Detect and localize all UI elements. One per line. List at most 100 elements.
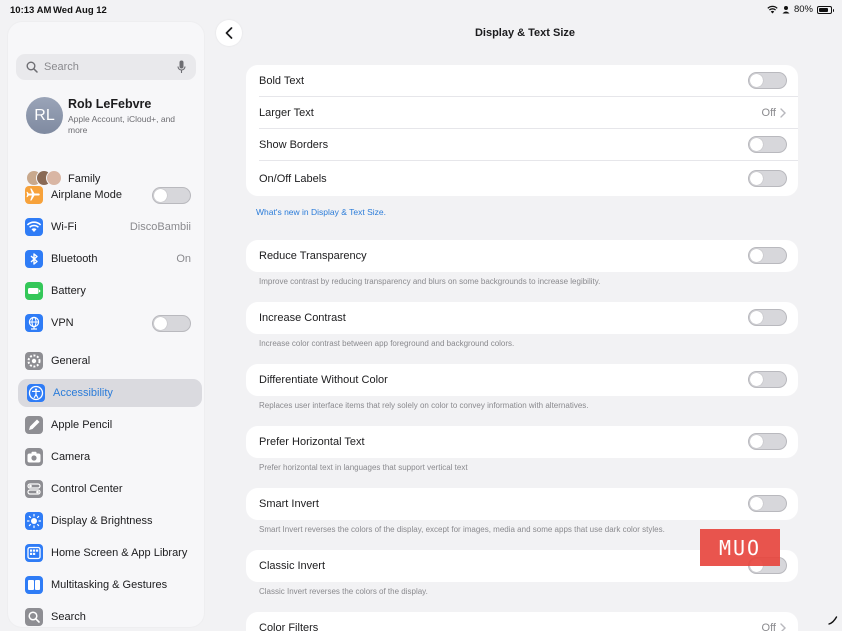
battery-icon [25, 282, 43, 300]
sidebar-item-control-center[interactable]: Control Center [16, 475, 193, 503]
setting-label: Bold Text [259, 75, 305, 87]
toggle-switch[interactable] [748, 136, 787, 153]
status-bar: 10:13 AM Wed Aug 12 80% [0, 0, 842, 20]
setting-description: Replaces user interface items that rely … [259, 401, 589, 410]
sidebar-item-display-brightness[interactable]: Display & Brightness [16, 507, 193, 535]
sidebar-item-label: Multitasking & Gestures [51, 579, 168, 591]
setting-group: Differentiate Without Color [246, 364, 798, 396]
whats-new-link[interactable]: What's new in Display & Text Size. [256, 207, 386, 217]
sidebar-item-label: Bluetooth [51, 253, 98, 265]
toggle-switch[interactable] [748, 371, 787, 388]
toggle-knob [750, 435, 763, 448]
search-input[interactable] [44, 61, 164, 73]
multitasking-icon [25, 576, 43, 594]
toggle-knob [154, 316, 167, 330]
setting-row-reduce-transparency[interactable]: Reduce Transparency [246, 240, 798, 272]
muo-watermark: MUO [700, 529, 780, 566]
setting-label: Color Filters [259, 622, 319, 631]
page-title: Display & Text Size [474, 27, 576, 39]
setting-description: Prefer horizontal text in languages that… [259, 463, 468, 472]
sidebar-item-wi-fi[interactable]: Wi-Fi DiscoBambii [16, 213, 193, 241]
toggle-switch[interactable] [152, 186, 191, 204]
setting-label: Show Borders [259, 139, 329, 151]
sidebar-item-general[interactable]: General [16, 347, 193, 375]
chevron-left-icon [225, 27, 233, 39]
back-button[interactable] [216, 20, 242, 46]
microphone-icon[interactable] [177, 60, 186, 74]
sidebar-item-label: General [51, 355, 91, 367]
sidebar-item-home-screen-app-library[interactable]: Home Screen & App Library [16, 539, 193, 567]
sidebar-item-label: Display & Brightness [51, 515, 153, 527]
status-right: 80% [767, 4, 834, 15]
sidebar-item-label: Wi-Fi [51, 221, 77, 233]
setting-description: Improve contrast by reducing transparenc… [259, 277, 601, 286]
setting-value: Off [761, 622, 776, 631]
sidebar-item-bluetooth[interactable]: Bluetooth On [16, 245, 193, 273]
toggle-knob [750, 497, 763, 510]
status-date: Wed Aug 12 [53, 5, 107, 16]
profile-subtitle: Apple Account, iCloud+, and more [68, 114, 176, 135]
sidebar-item-label: Home Screen & App Library [51, 547, 188, 559]
setting-description: Classic Invert reverses the colors of th… [259, 587, 428, 596]
scroll-indicator-icon [828, 616, 838, 625]
setting-group: Increase Contrast [246, 302, 798, 334]
toggle-switch[interactable] [748, 495, 787, 512]
brightness-icon [25, 512, 43, 530]
wifi-status-icon [767, 5, 778, 14]
sidebar-item-battery[interactable]: Battery [16, 277, 193, 305]
text-options-group: Bold Text Larger Text Off Show Borders On/Of… [246, 65, 798, 196]
sidebar-item-search[interactable]: Search [16, 603, 193, 627]
sidebar-search[interactable] [16, 54, 196, 80]
vpn-icon [25, 314, 43, 332]
sidebar-item-airplane-mode[interactable]: Airplane Mode [16, 181, 193, 209]
sidebar-item-label: Camera [51, 451, 91, 463]
setting-row-show-borders[interactable]: Show Borders [246, 129, 798, 161]
setting-label: On/Off Labels [259, 173, 327, 185]
wifi-icon [25, 218, 43, 236]
toggle-switch[interactable] [152, 314, 191, 332]
setting-label: Classic Invert [259, 560, 326, 572]
setting-group: Color Filters Off [246, 612, 798, 631]
setting-label: Prefer Horizontal Text [259, 436, 365, 448]
search-icon [25, 608, 43, 626]
setting-label: Smart Invert [259, 498, 319, 510]
sidebar-item-multitasking-gestures[interactable]: Multitasking & Gestures [16, 571, 193, 599]
profile-card[interactable]: RL Rob LeFebvre Apple Account, iCloud+, … [26, 97, 202, 141]
setting-row-color-filters[interactable]: Color Filters Off [246, 612, 798, 631]
toggle-switch[interactable] [748, 72, 787, 89]
sidebar-item-accessibility[interactable]: Accessibility [18, 379, 202, 407]
setting-label: Larger Text [259, 107, 314, 119]
toggle-switch[interactable] [748, 247, 787, 264]
setting-row-smart-invert[interactable]: Smart Invert [246, 488, 798, 520]
toggle-knob [750, 249, 763, 262]
toggle-switch[interactable] [748, 433, 787, 450]
sidebar-item-label: Airplane Mode [51, 189, 122, 201]
setting-row-on-off-labels[interactable]: On/Off Labels [246, 163, 798, 195]
toggle-knob [750, 311, 763, 324]
toggle-knob [750, 172, 763, 185]
profile-name: Rob LeFebvre [68, 97, 152, 111]
pencil-icon [25, 416, 43, 434]
setting-row-differentiate-without-color[interactable]: Differentiate Without Color [246, 364, 798, 396]
setting-row-increase-contrast[interactable]: Increase Contrast [246, 302, 798, 334]
home-screen-icon [25, 544, 43, 562]
sidebar-item-camera[interactable]: Camera [16, 443, 193, 471]
sidebar-item-label: Control Center [51, 483, 123, 495]
sidebar-item-value: On [176, 253, 191, 265]
battery-fill [819, 7, 828, 12]
sidebar-item-vpn[interactable]: VPN [16, 309, 193, 337]
camera-icon [25, 448, 43, 466]
setting-label: Differentiate Without Color [259, 374, 388, 386]
setting-description: Increase color contrast between app fore… [259, 339, 515, 348]
sidebar-item-label: Battery [51, 285, 86, 297]
toggle-switch[interactable] [748, 170, 787, 187]
setting-row-prefer-horizontal-text[interactable]: Prefer Horizontal Text [246, 426, 798, 458]
setting-value: Off [761, 107, 776, 119]
setting-group: Prefer Horizontal Text [246, 426, 798, 458]
toggle-switch[interactable] [748, 309, 787, 326]
sidebar-item-apple-pencil[interactable]: Apple Pencil [16, 411, 193, 439]
setting-row-larger-text[interactable]: Larger Text Off [246, 97, 798, 129]
chevron-right-icon [780, 108, 786, 118]
setting-row-bold-text[interactable]: Bold Text [246, 65, 798, 97]
bluetooth-icon [25, 250, 43, 268]
